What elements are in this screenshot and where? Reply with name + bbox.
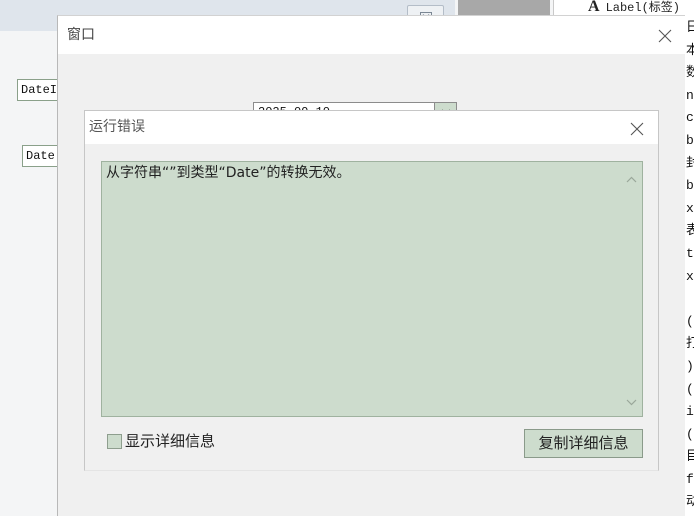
panel-text-fragment: 目 [686, 446, 694, 469]
main-window-titlebar[interactable]: 窗口 [58, 16, 685, 54]
panel-text-fragment: 本 [686, 40, 694, 63]
main-window-title: 窗口 [67, 27, 95, 43]
chevron-up-icon[interactable] [626, 168, 637, 187]
vertical-scrollbar[interactable] [621, 162, 642, 416]
panel-text-fragment: ( [686, 313, 694, 329]
chevron-down-icon[interactable] [626, 391, 637, 410]
properties-panel-title-text: Label(标签) [605, 1, 680, 15]
designer-label-datetime-2[interactable]: Date [22, 145, 62, 167]
copy-details-button[interactable]: 复制详细信息 [524, 429, 643, 458]
close-icon[interactable] [630, 121, 644, 136]
error-message-box[interactable]: 从字符串“”到类型“Date”的转换无效。 [101, 161, 643, 417]
panel-text-fragment: f [686, 471, 694, 487]
show-details-checkbox[interactable] [107, 434, 122, 449]
panel-text-fragment: b [686, 132, 694, 148]
designer-label-datetime-1[interactable]: DateI [17, 79, 61, 101]
panel-text-fragment: i [686, 404, 694, 420]
panel-clipped-text-column: 日本数ncb封bx表tx(打)(i(目f动 [686, 17, 694, 516]
error-dialog-titlebar[interactable]: 运行错误 [85, 111, 658, 144]
error-dialog-title: 运行错误 [89, 119, 145, 135]
error-dialog: 运行错误 从字符串“”到类型“Date”的转换无效。 显示详细信息 复制详细信息 [84, 110, 659, 471]
panel-text-fragment: 数 [686, 62, 694, 85]
close-icon[interactable] [658, 28, 672, 43]
panel-text-fragment: x [686, 200, 694, 216]
panel-text-fragment: 封 [686, 153, 694, 176]
panel-text-fragment: c [686, 110, 694, 126]
panel-text-fragment: x [686, 268, 694, 284]
panel-text-fragment: n [686, 87, 694, 103]
panel-text-fragment: 动 [686, 491, 694, 514]
show-details-label[interactable]: 显示详细信息 [125, 432, 215, 451]
panel-text-fragment: b [686, 178, 694, 194]
panel-text-fragment: 日 [686, 17, 694, 40]
panel-text-fragment: 表 [686, 220, 694, 243]
panel-text-fragment: ( [686, 426, 694, 442]
panel-text-fragment: t [686, 245, 694, 261]
panel-text-fragment: ) [686, 358, 694, 374]
panel-text-fragment: 打 [686, 333, 694, 356]
panel-text-fragment: ( [686, 381, 694, 397]
label-control-icon: A [588, 0, 600, 15]
ide-gray-panel [458, 0, 550, 16]
error-message-text: 从字符串“”到类型“Date”的转换无效。 [106, 165, 351, 181]
